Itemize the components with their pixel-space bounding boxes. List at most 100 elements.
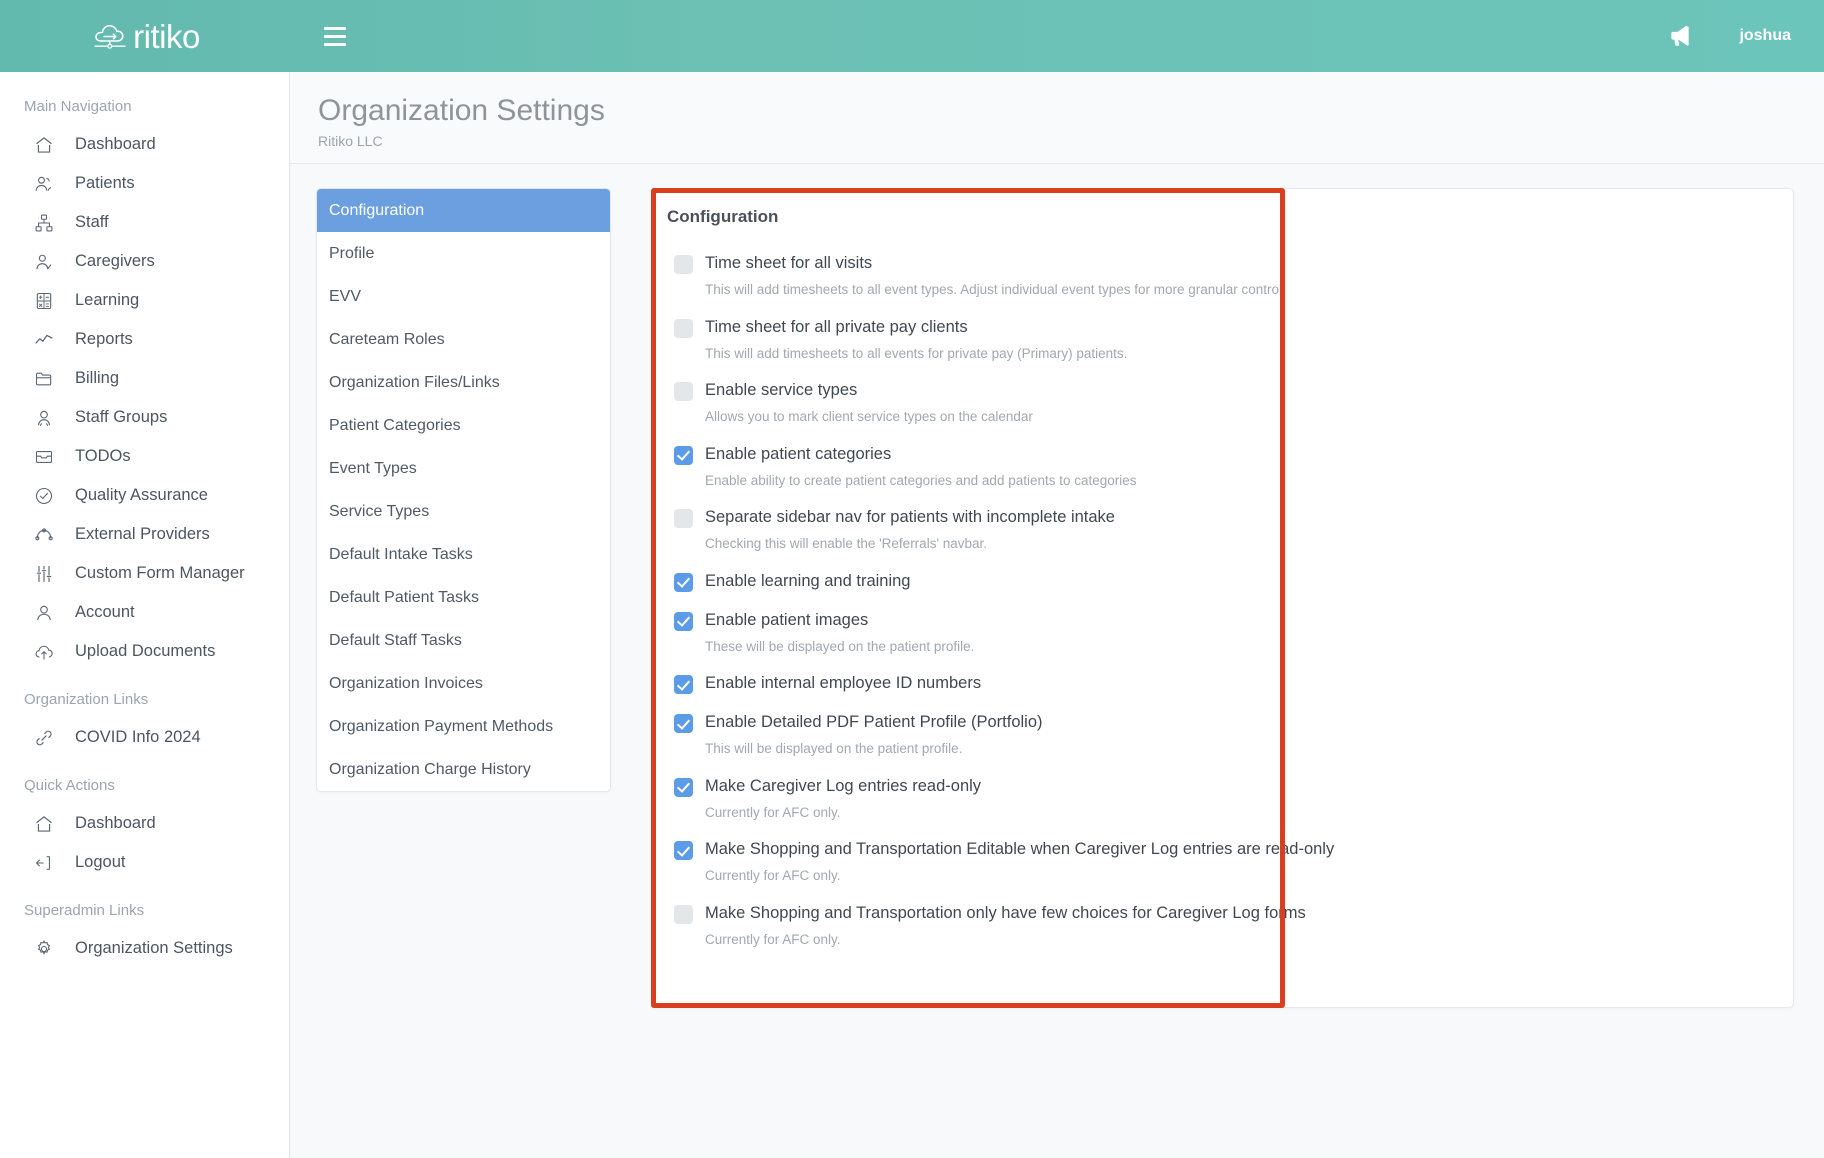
- sidebar-item-logout[interactable]: Logout: [0, 843, 289, 882]
- sidebar-item-staff[interactable]: Staff: [0, 203, 289, 242]
- checkbox-make-shopping-transportation-few-choices[interactable]: [674, 905, 693, 924]
- option-label[interactable]: Enable internal employee ID numbers: [705, 673, 981, 694]
- checkbox-enable-learning-and-training[interactable]: [674, 573, 693, 592]
- tab-organization-payment-methods[interactable]: Organization Payment Methods: [317, 705, 610, 748]
- option-label[interactable]: Separate sidebar nav for patients with i…: [705, 507, 1115, 528]
- option-label[interactable]: Time sheet for all visits: [705, 253, 872, 274]
- topbar-right-group: joshua: [1667, 23, 1824, 49]
- gear-icon: [33, 938, 55, 960]
- option-label[interactable]: Make Shopping and Transportation Editabl…: [705, 839, 1334, 860]
- checkbox-enable-detailed-pdf-patient-profile[interactable]: [674, 714, 693, 733]
- sidebar-label: Learning: [75, 291, 139, 310]
- sliders-icon: [33, 563, 55, 585]
- sidebar-label: Billing: [75, 369, 119, 388]
- tab-organization-charge-history[interactable]: Organization Charge History: [317, 748, 610, 791]
- nav-section-title-superadmin: Superadmin Links: [0, 882, 289, 929]
- cloud-network-logo-icon: [90, 17, 130, 56]
- sidebar-navigation: Main Navigation Dashboard Patients Staff…: [0, 72, 290, 1158]
- option-row: Enable service types Allows you to mark …: [674, 380, 1793, 426]
- hamburger-menu-icon[interactable]: [316, 17, 354, 55]
- sidebar-label: Caregivers: [75, 252, 155, 271]
- tab-default-patient-tasks[interactable]: Default Patient Tasks: [317, 576, 610, 619]
- user-icon: [33, 602, 55, 624]
- option-row: Time sheet for all visits This will add …: [674, 253, 1793, 299]
- tab-careteam-roles[interactable]: Careteam Roles: [317, 318, 610, 361]
- option-label[interactable]: Enable Detailed PDF Patient Profile (Por…: [705, 712, 1043, 733]
- tab-default-staff-tasks[interactable]: Default Staff Tasks: [317, 619, 610, 662]
- tab-service-types[interactable]: Service Types: [317, 490, 610, 533]
- checkbox-time-sheet-private-pay-clients[interactable]: [674, 319, 693, 338]
- page-title: Organization Settings: [318, 94, 1824, 129]
- org-chart-icon: [33, 212, 55, 234]
- sidebar-label: External Providers: [75, 525, 210, 544]
- sidebar-item-reports[interactable]: Reports: [0, 320, 289, 359]
- checkbox-make-shopping-transportation-editable[interactable]: [674, 841, 693, 860]
- nav-section-title-quick-actions: Quick Actions: [0, 757, 289, 804]
- option-label[interactable]: Time sheet for all private pay clients: [705, 317, 968, 338]
- checkbox-time-sheet-all-visits[interactable]: [674, 255, 693, 274]
- logout-icon: [33, 852, 55, 874]
- nav-section-title-main: Main Navigation: [0, 92, 289, 125]
- megaphone-icon[interactable]: [1667, 23, 1693, 49]
- tab-organization-invoices[interactable]: Organization Invoices: [317, 662, 610, 705]
- option-label[interactable]: Enable learning and training: [705, 571, 911, 592]
- sidebar-item-dashboard[interactable]: Dashboard: [0, 125, 289, 164]
- patients-icon: [33, 173, 55, 195]
- option-label[interactable]: Enable patient images: [705, 610, 868, 631]
- tab-configuration[interactable]: Configuration: [317, 189, 610, 232]
- option-row: Enable internal employee ID numbers: [674, 673, 1793, 694]
- tab-evv[interactable]: EVV: [317, 275, 610, 318]
- checkbox-enable-patient-categories[interactable]: [674, 446, 693, 465]
- sidebar-item-external-providers[interactable]: External Providers: [0, 515, 289, 554]
- sidebar-item-billing[interactable]: Billing: [0, 359, 289, 398]
- sidebar-item-organization-settings[interactable]: Organization Settings: [0, 929, 289, 968]
- option-row: Make Shopping and Transportation only ha…: [674, 903, 1793, 949]
- option-description: Currently for AFC only.: [705, 867, 1793, 885]
- sidebar-item-custom-form-manager[interactable]: Custom Form Manager: [0, 554, 289, 593]
- option-row: Separate sidebar nav for patients with i…: [674, 507, 1793, 553]
- sidebar-label: TODOs: [75, 447, 131, 466]
- option-row: Enable patient images These will be disp…: [674, 610, 1793, 656]
- option-label[interactable]: Make Shopping and Transportation only ha…: [705, 903, 1306, 924]
- checkbox-separate-sidebar-nav-incomplete-intake[interactable]: [674, 509, 693, 528]
- sidebar-item-todos[interactable]: TODOs: [0, 437, 289, 476]
- sidebar-item-account[interactable]: Account: [0, 593, 289, 632]
- sidebar-item-staff-groups[interactable]: Staff Groups: [0, 398, 289, 437]
- page-header: Organization Settings Ritiko LLC: [290, 72, 1824, 164]
- home-icon: [33, 813, 55, 835]
- sidebar-label: Custom Form Manager: [75, 564, 245, 583]
- checkbox-enable-patient-images[interactable]: [674, 612, 693, 631]
- sidebar-item-patients[interactable]: Patients: [0, 164, 289, 203]
- sidebar-label: Staff: [75, 213, 109, 232]
- top-header-bar: ritiko joshua: [0, 0, 1824, 72]
- brand-logo-area[interactable]: ritiko: [0, 17, 290, 56]
- sidebar-item-learning[interactable]: Learning: [0, 281, 289, 320]
- line-chart-icon: [33, 329, 55, 351]
- tab-default-intake-tasks[interactable]: Default Intake Tasks: [317, 533, 610, 576]
- sidebar-item-covid-info-2024[interactable]: COVID Info 2024: [0, 718, 289, 757]
- checkbox-make-caregiver-log-entries-read-only[interactable]: [674, 778, 693, 797]
- user-check-icon: [33, 251, 55, 273]
- sidebar-item-upload-documents[interactable]: Upload Documents: [0, 632, 289, 671]
- option-description: This will add timesheets to all events f…: [705, 345, 1793, 363]
- user-menu-button[interactable]: joshua: [1739, 27, 1791, 45]
- sidebar-label: Logout: [75, 853, 125, 872]
- option-description: Checking this will enable the 'Referrals…: [705, 535, 1793, 553]
- node-graph-icon: [33, 524, 55, 546]
- tab-profile[interactable]: Profile: [317, 232, 610, 275]
- sidebar-item-quick-dashboard[interactable]: Dashboard: [0, 804, 289, 843]
- sidebar-label: Upload Documents: [75, 642, 215, 661]
- sidebar-item-quality-assurance[interactable]: Quality Assurance: [0, 476, 289, 515]
- tab-patient-categories[interactable]: Patient Categories: [317, 404, 610, 447]
- option-description: This will add timesheets to all event ty…: [705, 281, 1793, 299]
- tab-event-types[interactable]: Event Types: [317, 447, 610, 490]
- option-label[interactable]: Enable patient categories: [705, 444, 891, 465]
- checkbox-enable-service-types[interactable]: [674, 382, 693, 401]
- option-description: Currently for AFC only.: [705, 931, 1793, 949]
- sidebar-label: Staff Groups: [75, 408, 167, 427]
- option-label[interactable]: Enable service types: [705, 380, 857, 401]
- option-label[interactable]: Make Caregiver Log entries read-only: [705, 776, 981, 797]
- checkbox-enable-internal-employee-id-numbers[interactable]: [674, 675, 693, 694]
- tab-organization-files-links[interactable]: Organization Files/Links: [317, 361, 610, 404]
- sidebar-item-caregivers[interactable]: Caregivers: [0, 242, 289, 281]
